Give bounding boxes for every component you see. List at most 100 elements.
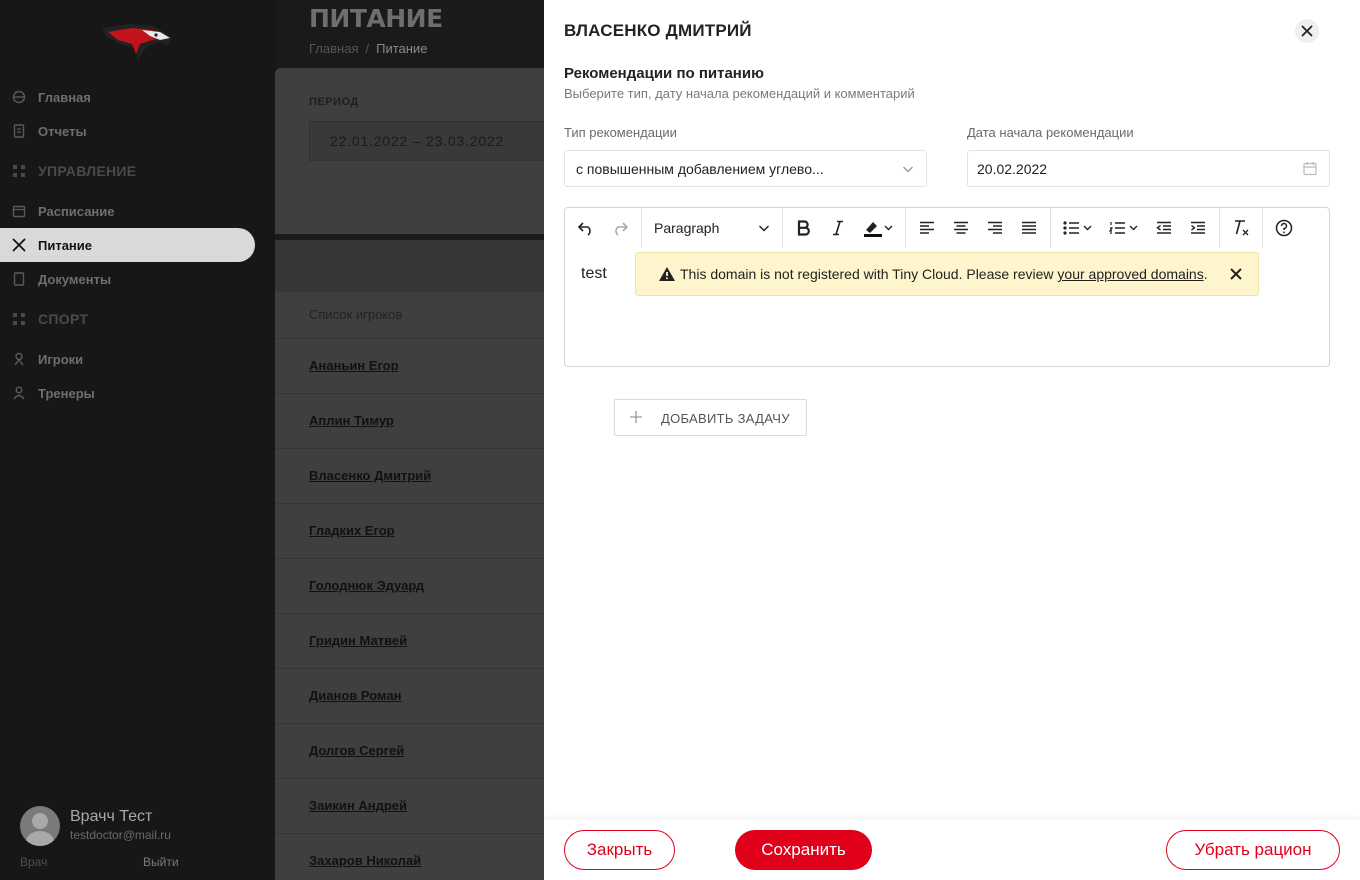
file-icon — [13, 272, 25, 286]
document-icon — [13, 124, 25, 138]
list-item[interactable]: Голоднюк Эдуард — [275, 558, 565, 613]
save-button[interactable]: Сохранить — [735, 830, 872, 870]
notice-end: . — [1203, 266, 1208, 282]
history-group — [565, 208, 642, 248]
nav-item-schedule[interactable]: Расписание — [0, 194, 275, 228]
align-right-button[interactable] — [978, 212, 1012, 244]
list-group — [1051, 208, 1220, 248]
recommendation-type-select[interactable]: с повышенным добавлением углево... — [564, 150, 927, 187]
section-subtitle: Выберите тип, дату начала рекомендаций и… — [564, 86, 915, 101]
list-item[interactable]: Заикин Андрей — [275, 778, 565, 833]
avatar[interactable] — [20, 806, 60, 846]
player-name[interactable]: Дианов Роман — [309, 688, 402, 703]
help-button[interactable] — [1267, 212, 1301, 244]
close-notice-icon[interactable] — [1229, 267, 1243, 281]
align-right-icon — [988, 221, 1002, 234]
date-label: Дата начала рекомендации — [967, 125, 1134, 140]
paragraph-select[interactable]: Paragraph — [646, 212, 778, 244]
club-logo[interactable] — [98, 18, 174, 62]
format-group: Paragraph — [642, 208, 783, 248]
list-item[interactable]: Власенко Дмитрий — [275, 448, 565, 503]
nav-label: Документы — [38, 271, 112, 287]
player-icon — [14, 352, 24, 366]
italic-button[interactable] — [821, 212, 855, 244]
nav-item-nutrition[interactable]: Питание — [0, 228, 255, 262]
nav-label: Тренеры — [38, 385, 95, 401]
remove-diet-button[interactable]: Убрать рацион — [1166, 830, 1340, 870]
player-name[interactable]: Аплин Тимур — [309, 413, 394, 428]
select-value: с повышенным добавлением углево... — [576, 161, 824, 177]
highlighter-icon — [864, 222, 893, 237]
list-item[interactable]: Аплин Тимур — [275, 393, 565, 448]
nav-item-reports[interactable]: Отчеты — [0, 114, 275, 148]
approved-domains-link[interactable]: your approved domains — [1057, 266, 1203, 282]
bullet-list-button[interactable] — [1055, 212, 1101, 244]
align-justify-button[interactable] — [1012, 212, 1046, 244]
editor-toolbar: Paragraph — [565, 208, 1329, 248]
players-card: Список игроков Ананьин Егор Аплин Тимур … — [275, 240, 565, 880]
list-item[interactable]: Гладких Егор — [275, 503, 565, 558]
coach-icon — [13, 386, 25, 400]
nav-section-manage: УПРАВЛЕНИЕ — [0, 148, 275, 194]
player-name[interactable]: Гладких Егор — [309, 523, 395, 538]
period-input[interactable]: 22.01.2022 – 23.03.2022 — [309, 121, 569, 161]
logout-link[interactable]: Выйти — [143, 855, 179, 869]
start-date-input[interactable]: 20.02.2022 — [967, 150, 1330, 187]
align-left-button[interactable] — [910, 212, 944, 244]
bold-button[interactable] — [787, 212, 821, 244]
clear-formatting-button[interactable] — [1224, 212, 1258, 244]
align-center-icon — [954, 221, 968, 234]
list-item[interactable]: Долгов Сергей — [275, 723, 565, 778]
clear-formatting-icon — [1235, 220, 1249, 236]
page-title: ПИТАНИЕ — [309, 4, 443, 33]
filter-card: ПЕРИОД 22.01.2022 – 23.03.2022 — [275, 68, 569, 234]
period-label: ПЕРИОД — [309, 96, 359, 108]
outdent-button[interactable] — [1147, 212, 1181, 244]
breadcrumb-home[interactable]: Главная — [309, 41, 358, 56]
list-item[interactable]: Гридин Матвей — [275, 613, 565, 668]
redo-button[interactable] — [603, 212, 637, 244]
add-task-label: ДОБАВИТЬ ЗАДАЧУ — [661, 411, 790, 426]
player-name[interactable]: Власенко Дмитрий — [309, 468, 431, 483]
redo-icon — [615, 222, 629, 236]
player-name[interactable]: Заикин Андрей — [309, 798, 407, 813]
player-name[interactable]: Ананьин Егор — [309, 358, 399, 373]
player-name[interactable]: Голоднюк Эдуард — [309, 578, 424, 593]
numbered-list-button[interactable] — [1101, 212, 1147, 244]
nav-item-coaches[interactable]: Тренеры — [0, 376, 275, 410]
add-task-button[interactable]: ДОБАВИТЬ ЗАДАЧУ — [614, 399, 807, 436]
nav-item-players[interactable]: Игроки — [0, 342, 275, 376]
cutlery-icon — [12, 238, 26, 252]
highlight-color-button[interactable] — [855, 212, 901, 244]
align-center-button[interactable] — [944, 212, 978, 244]
plus-icon — [630, 411, 642, 423]
player-name[interactable]: Захаров Николай — [309, 853, 421, 868]
sidebar: Главная Отчеты УПРАВЛЕНИЕ Расписание Пит… — [0, 0, 275, 880]
numbered-list-icon — [1109, 222, 1138, 234]
recommendation-drawer: ВЛАСЕНКО ДМИТРИЙ Рекомендации по питанию… — [544, 0, 1360, 880]
nav-label: Главная — [38, 89, 91, 105]
bullet-list-icon — [1063, 221, 1092, 235]
players-list: Ананьин Егор Аплин Тимур Власенко Дмитри… — [275, 338, 565, 880]
close-button[interactable]: Закрыть — [564, 830, 675, 870]
list-item[interactable]: Дианов Роман — [275, 668, 565, 723]
editor-content[interactable]: test — [581, 265, 607, 283]
drawer-footer: Закрыть Сохранить Убрать рацион — [544, 820, 1360, 880]
list-item[interactable]: Захаров Николай — [275, 833, 565, 880]
close-drawer-button[interactable] — [1295, 19, 1319, 43]
user-email: testdoctor@mail.ru — [70, 828, 171, 842]
nav-item-home[interactable]: Главная — [0, 80, 275, 114]
undo-button[interactable] — [569, 212, 603, 244]
clear-group — [1220, 208, 1263, 248]
calendar-icon — [12, 205, 26, 218]
breadcrumb: Главная / Питание — [309, 41, 427, 56]
tiny-cloud-notice: This domain is not registered with Tiny … — [635, 252, 1259, 296]
indent-button[interactable] — [1181, 212, 1215, 244]
italic-icon — [833, 220, 843, 236]
nav-label: Питание — [38, 237, 93, 253]
player-name[interactable]: Долгов Сергей — [309, 743, 404, 758]
list-item[interactable]: Ананьин Егор — [275, 338, 565, 393]
player-name[interactable]: Гридин Матвей — [309, 633, 407, 648]
nav-item-documents[interactable]: Документы — [0, 262, 275, 296]
drawer-title: ВЛАСЕНКО ДМИТРИЙ — [564, 21, 752, 40]
